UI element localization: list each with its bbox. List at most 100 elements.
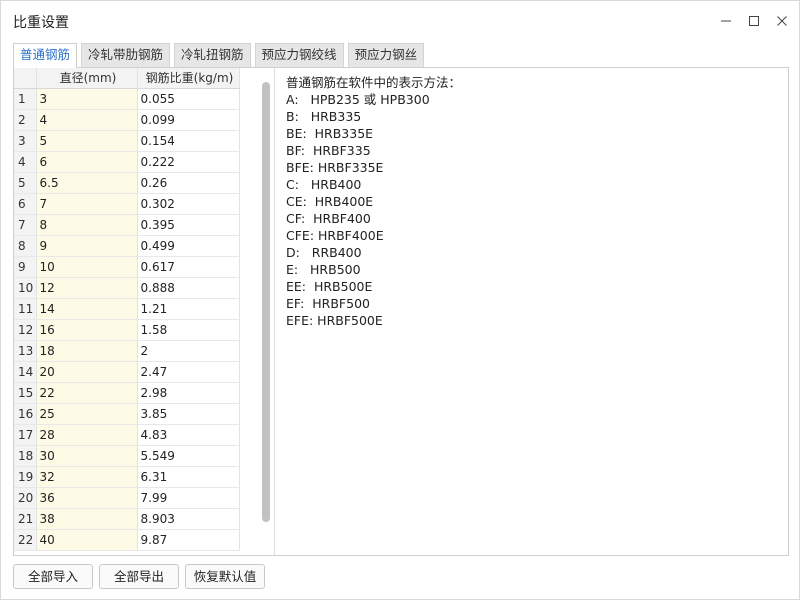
- diameter-cell[interactable]: 36: [36, 487, 138, 509]
- weight-cell[interactable]: 9.87: [137, 529, 240, 551]
- export-all-button[interactable]: 全部导出: [99, 564, 179, 589]
- table-row[interactable]: 21 38 8.903: [14, 508, 240, 530]
- weight-cell[interactable]: 2.98: [137, 382, 240, 404]
- table-row[interactable]: 11 14 1.21: [14, 298, 240, 320]
- table-row[interactable]: 2 4 0.099: [14, 109, 240, 131]
- row-number[interactable]: 7: [14, 214, 37, 236]
- table-row[interactable]: 16 25 3.85: [14, 403, 240, 425]
- weight-cell[interactable]: 1.58: [137, 319, 240, 341]
- weight-cell[interactable]: 0.395: [137, 214, 240, 236]
- table-row[interactable]: 14 20 2.47: [14, 361, 240, 383]
- diameter-cell[interactable]: 18: [36, 340, 138, 362]
- diameter-cell[interactable]: 6.5: [36, 172, 138, 194]
- row-number[interactable]: 11: [14, 298, 37, 320]
- weight-cell[interactable]: 0.154: [137, 130, 240, 152]
- close-button[interactable]: [771, 10, 793, 32]
- weight-cell[interactable]: 7.99: [137, 487, 240, 509]
- diameter-cell[interactable]: 32: [36, 466, 138, 488]
- weight-cell[interactable]: 0.26: [137, 172, 240, 194]
- weight-cell[interactable]: 4.83: [137, 424, 240, 446]
- weight-cell[interactable]: 0.888: [137, 277, 240, 299]
- table-row[interactable]: 13 18 2: [14, 340, 240, 362]
- table-row[interactable]: 7 8 0.395: [14, 214, 240, 236]
- diameter-cell[interactable]: 12: [36, 277, 138, 299]
- diameter-cell[interactable]: 16: [36, 319, 138, 341]
- row-number[interactable]: 14: [14, 361, 37, 383]
- weight-cell[interactable]: 0.499: [137, 235, 240, 257]
- table-row[interactable]: 3 5 0.154: [14, 130, 240, 152]
- row-number[interactable]: 4: [14, 151, 37, 173]
- diameter-cell[interactable]: 22: [36, 382, 138, 404]
- row-number[interactable]: 12: [14, 319, 37, 341]
- table-row[interactable]: 4 6 0.222: [14, 151, 240, 173]
- row-number[interactable]: 16: [14, 403, 37, 425]
- diameter-cell[interactable]: 8: [36, 214, 138, 236]
- row-number[interactable]: 19: [14, 466, 37, 488]
- weight-cell[interactable]: 0.055: [137, 88, 240, 110]
- table-scrollbar[interactable]: [262, 82, 270, 522]
- table-row[interactable]: 6 7 0.302: [14, 193, 240, 215]
- diameter-cell[interactable]: 5: [36, 130, 138, 152]
- import-all-button[interactable]: 全部导入: [13, 564, 93, 589]
- tab-prestressed-strand[interactable]: 预应力钢绞线: [254, 43, 344, 67]
- minimize-button[interactable]: [715, 10, 737, 32]
- table-row[interactable]: 20 36 7.99: [14, 487, 240, 509]
- tab-prestressed-wire[interactable]: 预应力钢丝: [347, 43, 425, 67]
- table-row[interactable]: 15 22 2.98: [14, 382, 240, 404]
- diameter-cell[interactable]: 10: [36, 256, 138, 278]
- row-number[interactable]: 20: [14, 487, 37, 509]
- row-number[interactable]: 8: [14, 235, 37, 257]
- table-row[interactable]: 5 6.5 0.26: [14, 172, 240, 194]
- table-row[interactable]: 17 28 4.83: [14, 424, 240, 446]
- table-row[interactable]: 1 3 0.055: [14, 88, 240, 110]
- table-row[interactable]: 22 40 9.87: [14, 529, 240, 551]
- tab-ordinary-rebar[interactable]: 普通钢筋: [13, 43, 78, 68]
- row-number[interactable]: 3: [14, 130, 37, 152]
- row-number[interactable]: 17: [14, 424, 37, 446]
- weight-cell[interactable]: 0.302: [137, 193, 240, 215]
- weight-cell[interactable]: 5.549: [137, 445, 240, 467]
- table-row[interactable]: 12 16 1.58: [14, 319, 240, 341]
- weight-cell[interactable]: 2: [137, 340, 240, 362]
- diameter-cell[interactable]: 20: [36, 361, 138, 383]
- row-number[interactable]: 1: [14, 88, 37, 110]
- row-number[interactable]: 13: [14, 340, 37, 362]
- row-number[interactable]: 10: [14, 277, 37, 299]
- weight-cell[interactable]: 6.31: [137, 466, 240, 488]
- row-number[interactable]: 21: [14, 508, 37, 530]
- tab-cold-rolled-ribbed[interactable]: 冷轧带肋钢筋: [81, 43, 171, 67]
- row-number[interactable]: 15: [14, 382, 37, 404]
- weight-cell[interactable]: 0.222: [137, 151, 240, 173]
- diameter-cell[interactable]: 9: [36, 235, 138, 257]
- row-number[interactable]: 9: [14, 256, 37, 278]
- restore-default-button[interactable]: 恢复默认值: [185, 564, 265, 589]
- diameter-cell[interactable]: 25: [36, 403, 138, 425]
- diameter-cell[interactable]: 3: [36, 88, 138, 110]
- tab-cold-rolled-twisted[interactable]: 冷轧扭钢筋: [174, 43, 251, 67]
- row-number[interactable]: 2: [14, 109, 37, 131]
- row-number[interactable]: 18: [14, 445, 37, 467]
- diameter-cell[interactable]: 6: [36, 151, 138, 173]
- table-row[interactable]: 19 32 6.31: [14, 466, 240, 488]
- diameter-cell[interactable]: 38: [36, 508, 138, 530]
- row-number[interactable]: 22: [14, 529, 37, 551]
- table-row[interactable]: 10 12 0.888: [14, 277, 240, 299]
- row-number[interactable]: 6: [14, 193, 37, 215]
- row-number[interactable]: 5: [14, 172, 37, 194]
- diameter-cell[interactable]: 7: [36, 193, 138, 215]
- weight-cell[interactable]: 0.617: [137, 256, 240, 278]
- table-row[interactable]: 18 30 5.549: [14, 445, 240, 467]
- diameter-cell[interactable]: 40: [36, 529, 138, 551]
- table-row[interactable]: 8 9 0.499: [14, 235, 240, 257]
- weight-cell[interactable]: 3.85: [137, 403, 240, 425]
- weight-cell[interactable]: 8.903: [137, 508, 240, 530]
- weight-cell[interactable]: 0.099: [137, 109, 240, 131]
- diameter-cell[interactable]: 28: [36, 424, 138, 446]
- weight-cell[interactable]: 1.21: [137, 298, 240, 320]
- maximize-button[interactable]: [743, 10, 765, 32]
- weight-cell[interactable]: 2.47: [137, 361, 240, 383]
- diameter-cell[interactable]: 30: [36, 445, 138, 467]
- table-row[interactable]: 9 10 0.617: [14, 256, 240, 278]
- diameter-cell[interactable]: 4: [36, 109, 138, 131]
- diameter-cell[interactable]: 14: [36, 298, 138, 320]
